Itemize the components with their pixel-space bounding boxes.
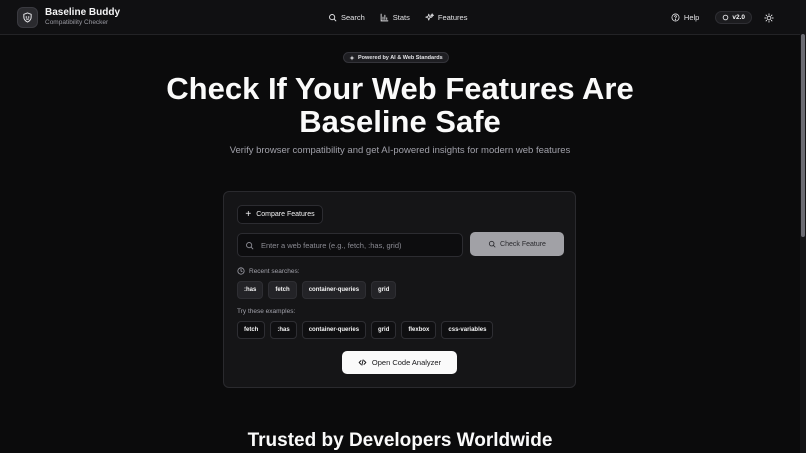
hero-subtitle: Verify browser compatibility and get AI-… bbox=[229, 145, 571, 156]
bar-chart-icon bbox=[380, 13, 389, 22]
hero-title-line2: Baseline Safe bbox=[299, 104, 501, 139]
recent-searches-label: Recent searches: bbox=[237, 267, 300, 275]
compare-features-button[interactable]: + Compare Features bbox=[237, 205, 323, 224]
sparkle-icon bbox=[349, 55, 355, 60]
example-chip[interactable]: container-queries bbox=[301, 321, 367, 339]
feature-search-box[interactable] bbox=[237, 233, 463, 257]
nav-features-label: Features bbox=[437, 13, 468, 22]
recent-chip[interactable]: container-queries bbox=[301, 281, 367, 299]
help-circle-icon bbox=[671, 13, 680, 22]
recent-chip[interactable]: :has bbox=[237, 281, 264, 299]
search-icon bbox=[246, 241, 254, 249]
brand-title: Baseline Buddy bbox=[45, 6, 121, 18]
shield-logo-icon bbox=[17, 6, 38, 28]
code-icon bbox=[358, 359, 367, 366]
hero-title: Check If Your Web Features Are Baseline … bbox=[0, 72, 800, 138]
brand[interactable]: Baseline Buddy Compatibility Checker bbox=[17, 6, 121, 28]
clock-icon bbox=[237, 267, 245, 275]
top-navbar: Baseline Buddy Compatibility Checker Sea… bbox=[0, 0, 800, 35]
powered-badge-label: Powered by AI & Web Standards bbox=[358, 54, 443, 61]
open-code-analyzer-button[interactable]: Open Code Analyzer bbox=[342, 351, 457, 374]
recent-searches-text: Recent searches: bbox=[249, 267, 300, 275]
search-icon bbox=[488, 240, 496, 248]
search-icon bbox=[329, 14, 337, 22]
example-chip[interactable]: grid bbox=[371, 321, 397, 339]
nav-search-label: Search bbox=[341, 13, 365, 22]
scrollbar-thumb[interactable] bbox=[801, 34, 805, 237]
recent-chip[interactable]: fetch bbox=[268, 281, 297, 299]
sparkles-icon bbox=[425, 13, 434, 21]
example-chip[interactable]: flexbox bbox=[401, 321, 437, 339]
example-chip[interactable]: fetch bbox=[237, 321, 266, 339]
sun-icon bbox=[764, 12, 774, 23]
check-feature-label: Check Feature bbox=[500, 240, 546, 248]
status-ring-icon bbox=[723, 14, 729, 21]
examples-list: fetch :has container-queries grid flexbo… bbox=[237, 321, 498, 339]
examples-label: Try these examples: bbox=[237, 308, 295, 315]
page-scrollbar[interactable] bbox=[800, 0, 806, 453]
theme-toggle-button[interactable] bbox=[764, 12, 774, 23]
open-code-analyzer-label: Open Code Analyzer bbox=[371, 358, 442, 367]
recent-searches-list: :has fetch container-queries grid bbox=[237, 281, 401, 299]
nav-stats[interactable]: Stats bbox=[380, 13, 410, 22]
nav-stats-label: Stats bbox=[392, 13, 410, 22]
version-label: v2.0 bbox=[732, 14, 745, 21]
version-badge: v2.0 bbox=[715, 11, 752, 24]
compare-features-label: Compare Features bbox=[256, 211, 315, 218]
search-card: + Compare Features Check Feature Recent … bbox=[223, 191, 576, 388]
help-button[interactable]: Help bbox=[671, 13, 699, 22]
recent-chip[interactable]: grid bbox=[371, 281, 397, 299]
plus-icon: + bbox=[245, 208, 252, 220]
examples-text: Try these examples: bbox=[237, 308, 296, 315]
example-chip[interactable]: css-variables bbox=[441, 321, 494, 339]
example-chip[interactable]: :has bbox=[270, 321, 297, 339]
brand-subtitle: Compatibility Checker bbox=[45, 18, 109, 26]
check-feature-button[interactable]: Check Feature bbox=[470, 232, 564, 256]
help-label: Help bbox=[683, 13, 700, 22]
main-nav: Search Stats Features bbox=[328, 0, 482, 35]
trusted-section-title: Trusted by Developers Worldwide bbox=[247, 430, 553, 451]
powered-badge: Powered by AI & Web Standards bbox=[343, 52, 449, 63]
hero-title-line1: Check If Your Web Features Are bbox=[166, 71, 634, 106]
nav-features[interactable]: Features bbox=[425, 13, 468, 22]
nav-search[interactable]: Search bbox=[328, 13, 365, 22]
feature-search-input[interactable] bbox=[261, 240, 451, 250]
